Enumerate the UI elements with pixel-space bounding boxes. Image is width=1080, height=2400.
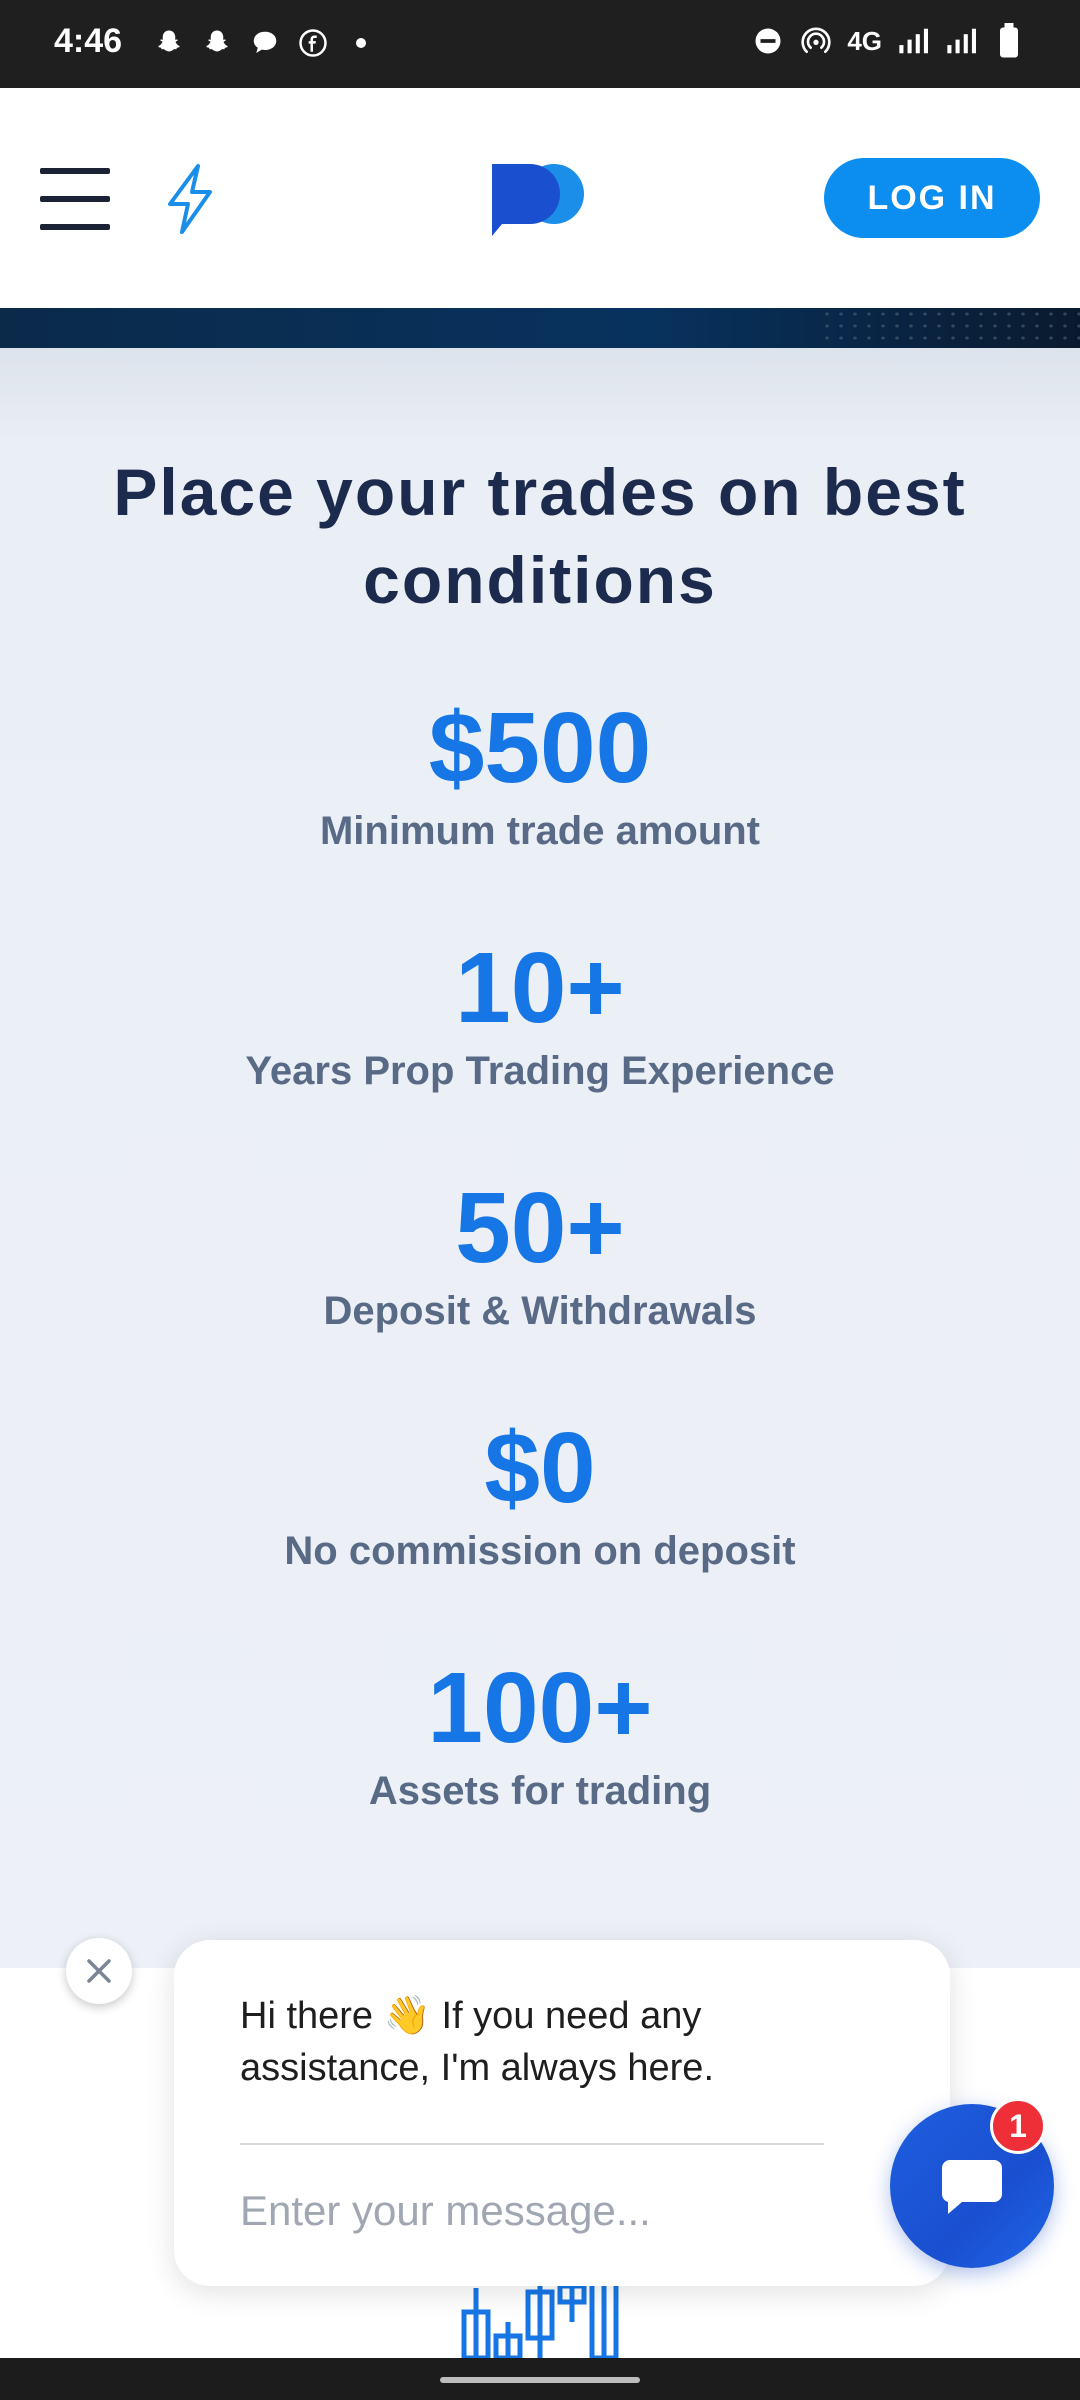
stats-section: Place your trades on best conditions $50…: [0, 348, 1080, 1968]
status-bar: 4:46 4G: [0, 0, 1080, 88]
home-gesture-handle[interactable]: [440, 2377, 640, 2383]
stat-commission: $0 No commission on deposit: [0, 1413, 1080, 1574]
stat-label: Years Prop Trading Experience: [245, 1049, 835, 1093]
notification-icons: [152, 26, 378, 60]
network-type: 4G: [847, 25, 882, 56]
battery-icon: [992, 23, 1026, 58]
section-title: Place your trades on best conditions: [113, 455, 967, 617]
brand-logo[interactable]: [490, 158, 590, 238]
stat-min-trade: $500 Minimum trade amount: [0, 693, 1080, 854]
hero-image-strip: [0, 308, 1080, 348]
waving-hand-emoji: 👋: [383, 1995, 431, 2037]
login-button[interactable]: LOG IN: [824, 158, 1040, 238]
stat-value: 50+: [455, 1172, 625, 1284]
do-not-disturb-icon: [751, 24, 785, 58]
close-icon: [87, 1959, 111, 1983]
stat-label: Deposit & Withdrawals: [323, 1289, 757, 1333]
chat-message-input[interactable]: [240, 2176, 824, 2246]
stat-label: Assets for trading: [368, 1769, 712, 1813]
candlestick-chart-icon: [456, 2279, 626, 2361]
facebook-icon: [296, 26, 330, 60]
stat-assets: 100+ Assets for trading: [0, 1653, 1080, 1814]
chat-greeting: Hi there 👋 If you need any assistance, I…: [240, 1990, 840, 2094]
hotspot-icon: [799, 24, 833, 58]
stat-value: 10+: [455, 932, 625, 1044]
divider: [240, 2143, 824, 2145]
lightning-icon[interactable]: [160, 162, 220, 236]
status-time: 4:46: [54, 22, 123, 60]
site-header: LOG IN: [0, 88, 1080, 308]
chat-bubble-icon: [248, 26, 282, 60]
stat-experience: 10+ Years Prop Trading Experience: [0, 933, 1080, 1094]
chat-popup: Hi there 👋 If you need any assistance, I…: [174, 1940, 950, 2286]
close-chat-button[interactable]: [66, 1938, 132, 2004]
stat-value: 100+: [427, 1652, 653, 1764]
chat-icon: [941, 2160, 1002, 2214]
stat-label: Minimum trade amount: [319, 809, 761, 853]
greeting-text: Hi there: [240, 1995, 384, 2037]
stat-deposits: 50+ Deposit & Withdrawals: [0, 1173, 1080, 1334]
stat-label: No commission on deposit: [284, 1529, 796, 1573]
snapchat-icon: [152, 26, 186, 60]
system-icons: 4G: [751, 23, 1026, 58]
stat-value: $500: [428, 692, 652, 804]
signal-icon: [896, 24, 930, 58]
dot-icon: [344, 26, 378, 60]
menu-icon[interactable]: [40, 168, 110, 230]
signal-icon: [944, 24, 978, 58]
snapchat-icon: [200, 26, 234, 60]
stat-value: $0: [484, 1412, 596, 1524]
unread-badge: 1: [990, 2098, 1046, 2154]
